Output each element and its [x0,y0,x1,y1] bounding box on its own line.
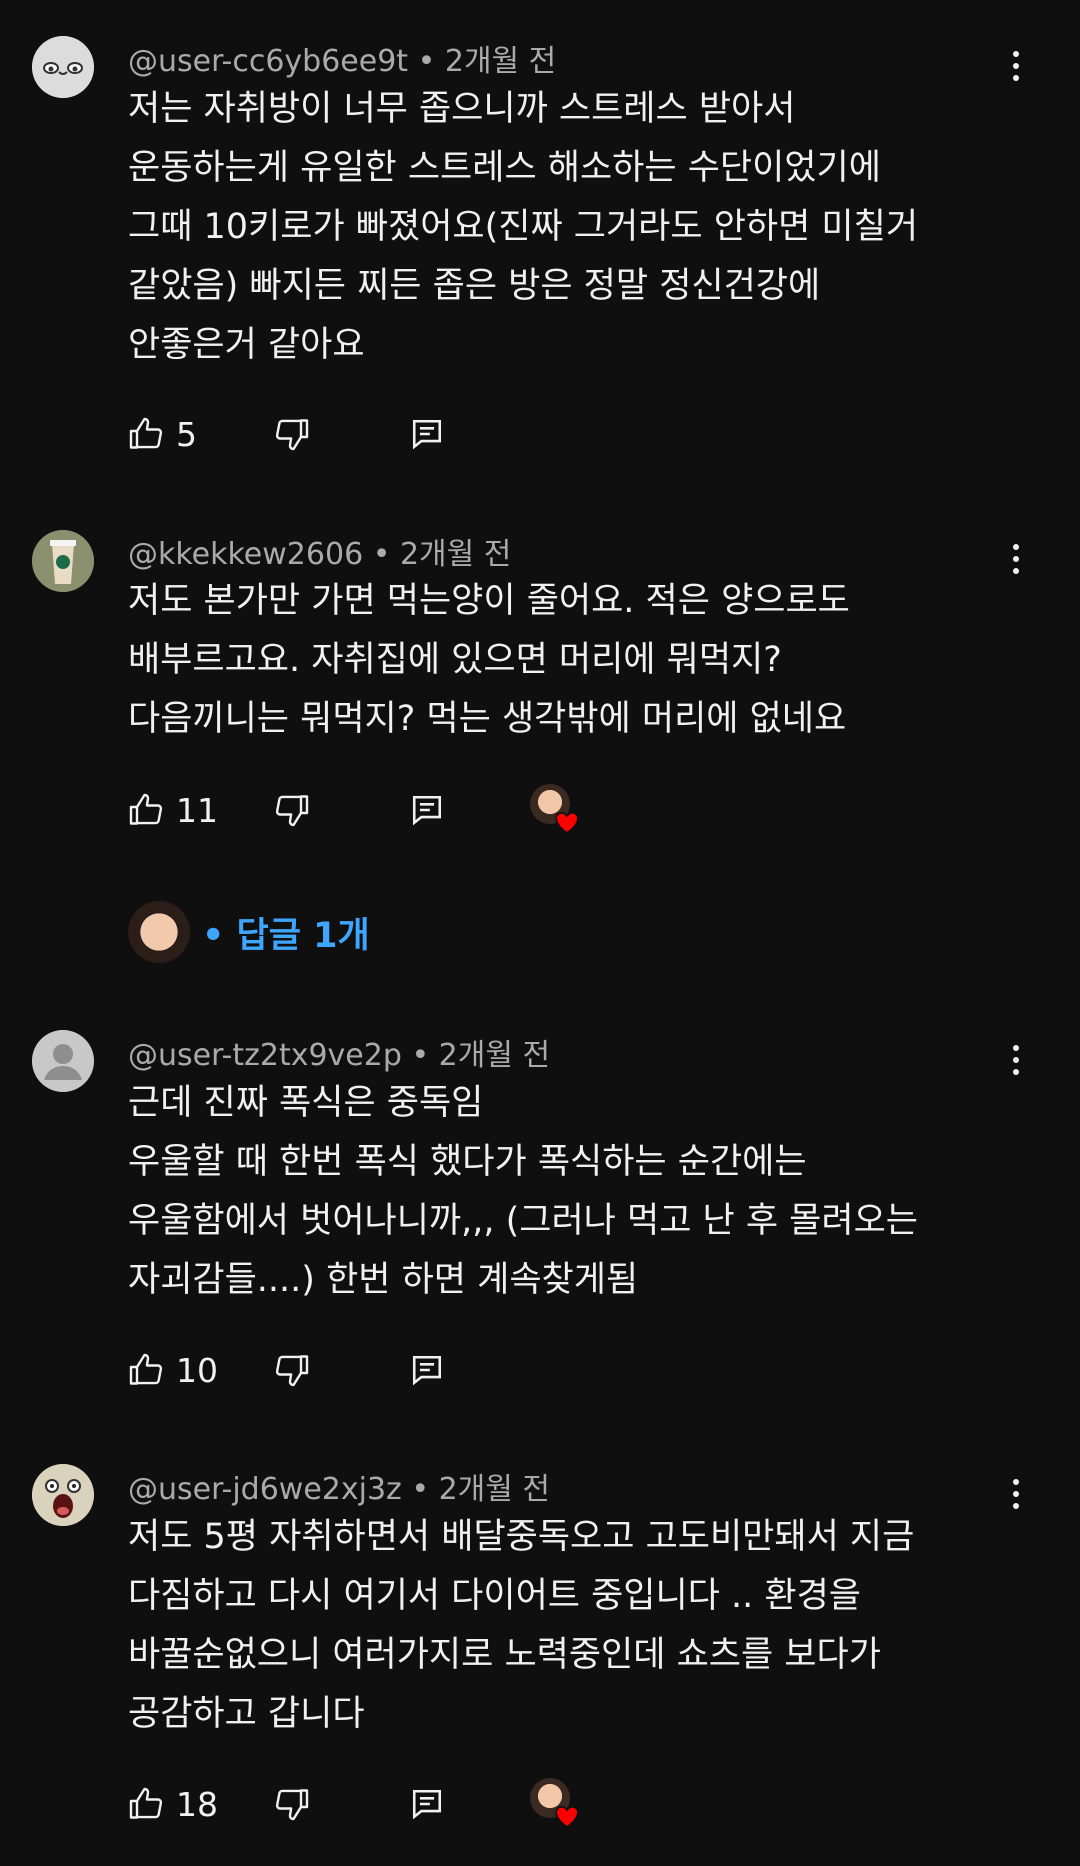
reply-button[interactable] [410,1784,444,1824]
comment-line: 안좋은거 같아요 [128,325,365,365]
comment-line: 저도 본가만 가면 먹는양이 줄어요. 적은 양으로도 [128,581,850,621]
comment-author[interactable]: @user-tz2tx9ve2p [128,1038,402,1073]
like-count: 18 [176,1784,218,1824]
comment-text: 저도 본가만 가면 먹는양이 줄어요. 적은 양으로도 배부르고요. 자취집에 … [128,572,1008,749]
creator-heart-badge [530,1778,579,1828]
meta-separator: • [411,1038,439,1073]
thumbs-down-icon [275,1789,309,1821]
meta-separator: • [417,44,445,79]
like-button[interactable]: 18 [128,1784,218,1824]
avatar[interactable] [32,1030,94,1092]
dislike-button[interactable] [274,790,310,830]
thumbs-up-icon [129,417,163,449]
comment-meta: @kkekkew2606 • 2개월 전 [128,529,511,573]
reply-comment-icon [412,1789,442,1820]
thumbs-up-icon [129,1353,163,1385]
comment-time: 2개월 전 [438,1038,551,1073]
comment-meta: @user-tz2tx9ve2p • 2개월 전 [128,1030,550,1074]
avatar[interactable] [32,530,94,592]
like-button[interactable]: 10 [128,1350,218,1390]
like-button[interactable]: 11 [128,790,218,830]
comment-line: 자괴감들....) 한번 하면 계속찾게됨 [128,1260,639,1300]
comment-line: 저는 자취방이 너무 좁으니까 스트레스 받아서 [128,89,796,129]
coffee-cup-icon [32,530,94,592]
heart-icon [555,1805,579,1828]
comment-line: 저도 5평 자취하면서 배달중독오고 고도비만돼서 지금 [128,1517,915,1557]
comment-text: 저는 자취방이 너무 좁으니까 스트레스 받아서 운동하는게 유일한 스트레스 … [128,80,1008,375]
comment-line: 다짐하고 다시 여기서 다이어트 중입니다 .. 환경을 [128,1576,862,1616]
comment-actions: 10 [128,1350,1028,1390]
comment-author[interactable]: @kkekkew2606 [128,537,363,572]
view-replies-button[interactable]: • 답글 1개 [128,900,370,964]
dislike-button[interactable] [274,414,310,454]
reply-comment-icon [412,795,442,826]
default-person-icon [32,1030,94,1092]
comment-time: 2개월 전 [438,1472,551,1507]
cartoon-face-icon [32,36,94,98]
comment-line: 그때 10키로가 빠졌어요(진짜 그거라도 안하면 미칠거 [128,207,919,247]
comment-line: 근데 진짜 폭식은 중독임 [128,1083,484,1123]
like-count: 11 [176,790,218,830]
like-count: 5 [176,414,197,454]
comment-text: 저도 5평 자취하면서 배달중독오고 고도비만돼서 지금 다짐하고 다시 여기서… [128,1508,1008,1744]
comment-line: 공감하고 갑니다 [128,1694,365,1734]
dislike-button[interactable] [274,1784,310,1824]
comment-time: 2개월 전 [399,537,512,572]
thumbs-up-icon [129,793,163,825]
thumbs-down-icon [275,1355,309,1387]
like-button[interactable]: 5 [128,414,197,454]
comment-line: 다음끼니는 뭐먹지? 먹는 생각밖에 머리에 없네요 [128,699,847,739]
reply-comment-icon [412,419,442,450]
comment-author[interactable]: @user-cc6yb6ee9t [128,44,408,79]
reply-comment-icon [412,1355,442,1386]
thumbs-down-icon [275,795,309,827]
thumbs-up-icon [129,1787,163,1819]
creator-avatar [128,901,190,963]
comment-meta: @user-cc6yb6ee9t • 2개월 전 [128,36,556,80]
creator-heart-badge [530,784,579,834]
avatar[interactable] [32,36,94,98]
thumbs-down-icon [275,419,309,451]
comment-time: 2개월 전 [444,44,557,79]
comment-actions: 11 [128,784,1028,834]
comment-meta: @user-jd6we2xj3z • 2개월 전 [128,1464,550,1508]
comment-actions: 5 [128,414,1028,454]
comment-line: 우울할 때 한번 폭식 했다가 폭식하는 순간에는 [128,1142,807,1182]
reply-button[interactable] [410,1350,444,1390]
avatar[interactable] [32,1464,94,1526]
screaming-face-icon [32,1464,94,1526]
reply-button[interactable] [410,790,444,830]
meta-separator: • [411,1472,439,1507]
comment-line: 배부르고요. 자취집에 있으면 머리에 뭐먹지? [128,640,782,680]
comment-line: 바꿀순없으니 여러가지로 노력중인데 쇼츠를 보다가 [128,1635,881,1675]
comment-actions: 18 [128,1778,1028,1828]
reply-button[interactable] [410,414,444,454]
replies-count-link[interactable]: • 답글 1개 [202,907,370,958]
dislike-button[interactable] [274,1350,310,1390]
comment-line: 같았음) 빠지든 찌든 좁은 방은 정말 정신건강에 [128,266,821,306]
heart-icon [555,811,579,834]
comment-line: 우울함에서 벗어나니까,,, (그러나 먹고 난 후 몰려오는 [128,1201,918,1241]
comment-line: 운동하는게 유일한 스트레스 해소하는 수단이었기에 [128,148,881,188]
like-count: 10 [176,1350,218,1390]
comment-text: 근데 진짜 폭식은 중독임 우울할 때 한번 폭식 했다가 폭식하는 순간에는 … [128,1074,1008,1310]
comment-author[interactable]: @user-jd6we2xj3z [128,1472,402,1507]
meta-separator: • [372,537,400,572]
